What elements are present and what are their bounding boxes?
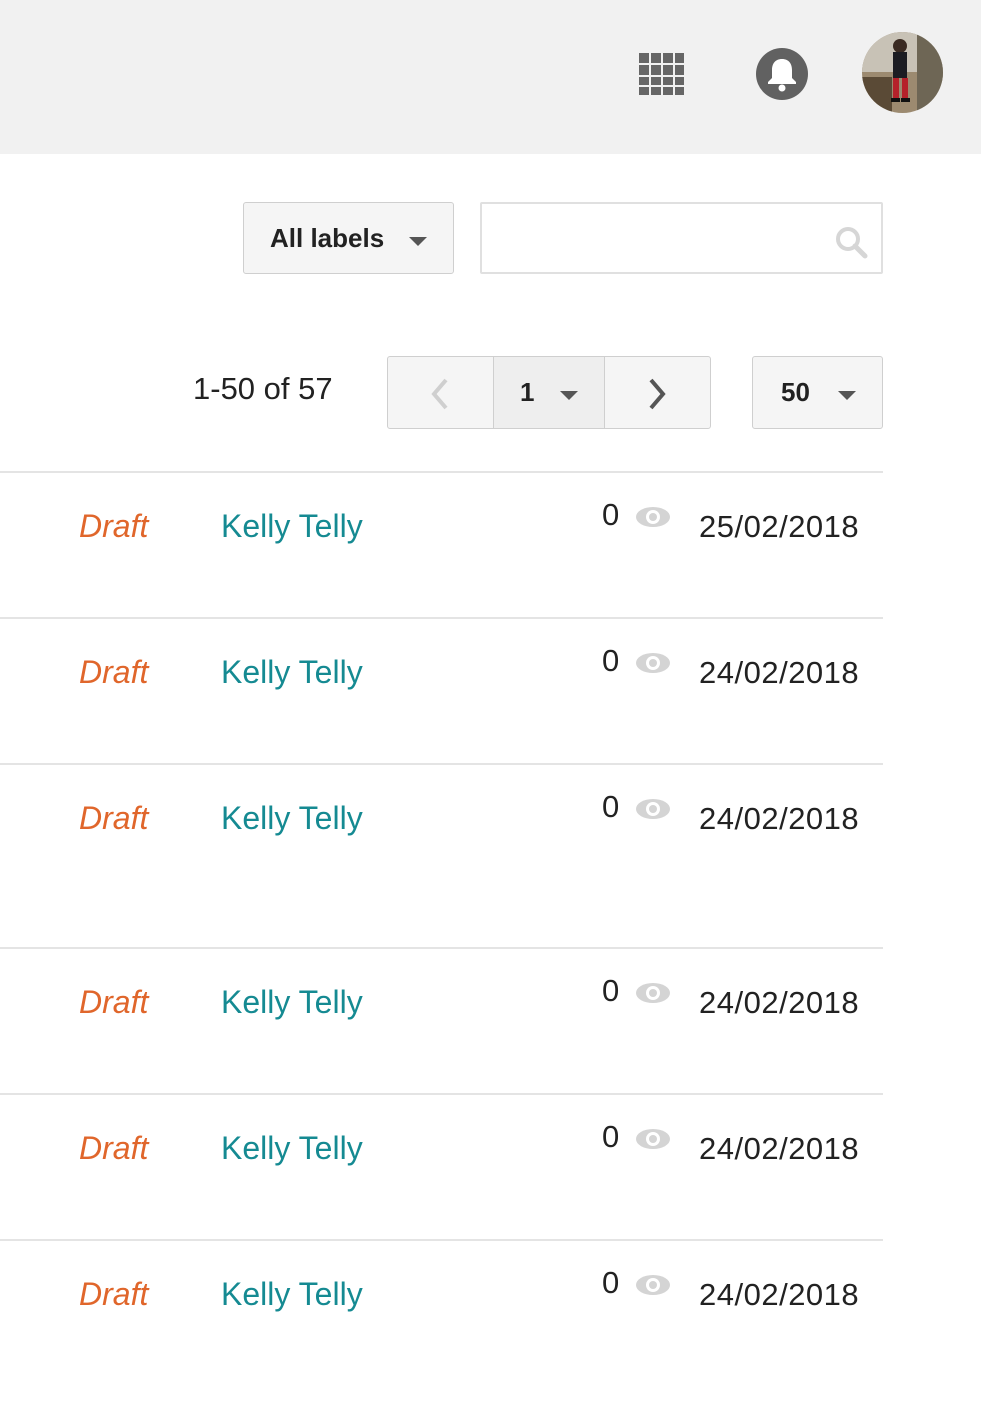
post-author-link[interactable]: Kelly Telly — [221, 1276, 363, 1313]
post-status: Draft — [79, 984, 149, 1020]
prev-page-button[interactable] — [387, 356, 494, 429]
post-view-count: 0 — [602, 1119, 620, 1154]
search-box[interactable] — [480, 202, 883, 274]
search-input[interactable] — [492, 214, 822, 262]
post-date: 24/02/2018 — [699, 1131, 860, 1166]
post-view-count: 0 — [602, 789, 620, 824]
next-page-button[interactable] — [604, 356, 711, 429]
current-page: 1 — [520, 377, 535, 407]
post-status: Draft — [79, 1130, 149, 1166]
page-select[interactable]: 1 — [493, 356, 605, 429]
post-date: 25/02/2018 — [699, 509, 860, 544]
post-date: 24/02/2018 — [699, 801, 860, 836]
eye-icon — [634, 651, 672, 675]
per-page-value: 50 — [781, 377, 810, 407]
eye-icon — [634, 981, 672, 1005]
post-status: Draft — [79, 654, 149, 690]
caret-down-icon — [409, 237, 427, 246]
post-view-count: 0 — [602, 973, 620, 1008]
pagination-range: 1-50 of 57 — [193, 371, 333, 406]
post-status: Draft — [79, 508, 149, 544]
bell-icon[interactable] — [755, 47, 809, 101]
apps-grid-icon[interactable] — [638, 52, 684, 96]
chevron-right-icon — [649, 378, 666, 410]
post-row[interactable]: Draft Kelly Telly 0 24/02/2018 — [0, 765, 883, 911]
caret-down-icon — [560, 391, 578, 400]
post-row[interactable]: Draft Kelly Telly 0 25/02/2018 — [0, 473, 883, 619]
post-author-link[interactable]: Kelly Telly — [221, 654, 363, 691]
top-bar — [0, 0, 981, 154]
post-row[interactable]: Draft Kelly Telly 0 24/02/2018 — [0, 1241, 883, 1387]
post-date: 24/02/2018 — [699, 1277, 860, 1312]
post-row[interactable]: Draft Kelly Telly 0 24/02/2018 — [0, 949, 883, 1095]
avatar[interactable] — [862, 32, 943, 113]
eye-icon — [634, 1127, 672, 1151]
post-author-link[interactable]: Kelly Telly — [221, 800, 363, 837]
eye-icon — [634, 1273, 672, 1297]
post-author-link[interactable]: Kelly Telly — [221, 1130, 363, 1167]
search-icon[interactable] — [834, 225, 868, 259]
post-author-link[interactable]: Kelly Telly — [221, 984, 363, 1021]
caret-down-icon — [838, 391, 856, 400]
post-view-count: 0 — [602, 497, 620, 532]
eye-icon — [634, 505, 672, 529]
post-view-count: 0 — [602, 1265, 620, 1300]
post-row[interactable]: Draft Kelly Telly 0 24/02/2018 — [0, 1095, 883, 1241]
per-page-select[interactable]: 50 — [752, 356, 883, 429]
post-view-count: 0 — [602, 643, 620, 678]
post-date: 24/02/2018 — [699, 985, 860, 1020]
post-date: 24/02/2018 — [699, 655, 860, 690]
chevron-left-icon — [431, 378, 448, 410]
labels-dropdown[interactable]: All labels — [243, 202, 454, 274]
labels-dropdown-value: All labels — [270, 223, 385, 253]
post-row[interactable]: Draft Kelly Telly 0 24/02/2018 — [0, 619, 883, 765]
post-author-link[interactable]: Kelly Telly — [221, 508, 363, 545]
eye-icon — [634, 797, 672, 821]
post-status: Draft — [79, 1276, 149, 1312]
post-status: Draft — [79, 800, 149, 836]
